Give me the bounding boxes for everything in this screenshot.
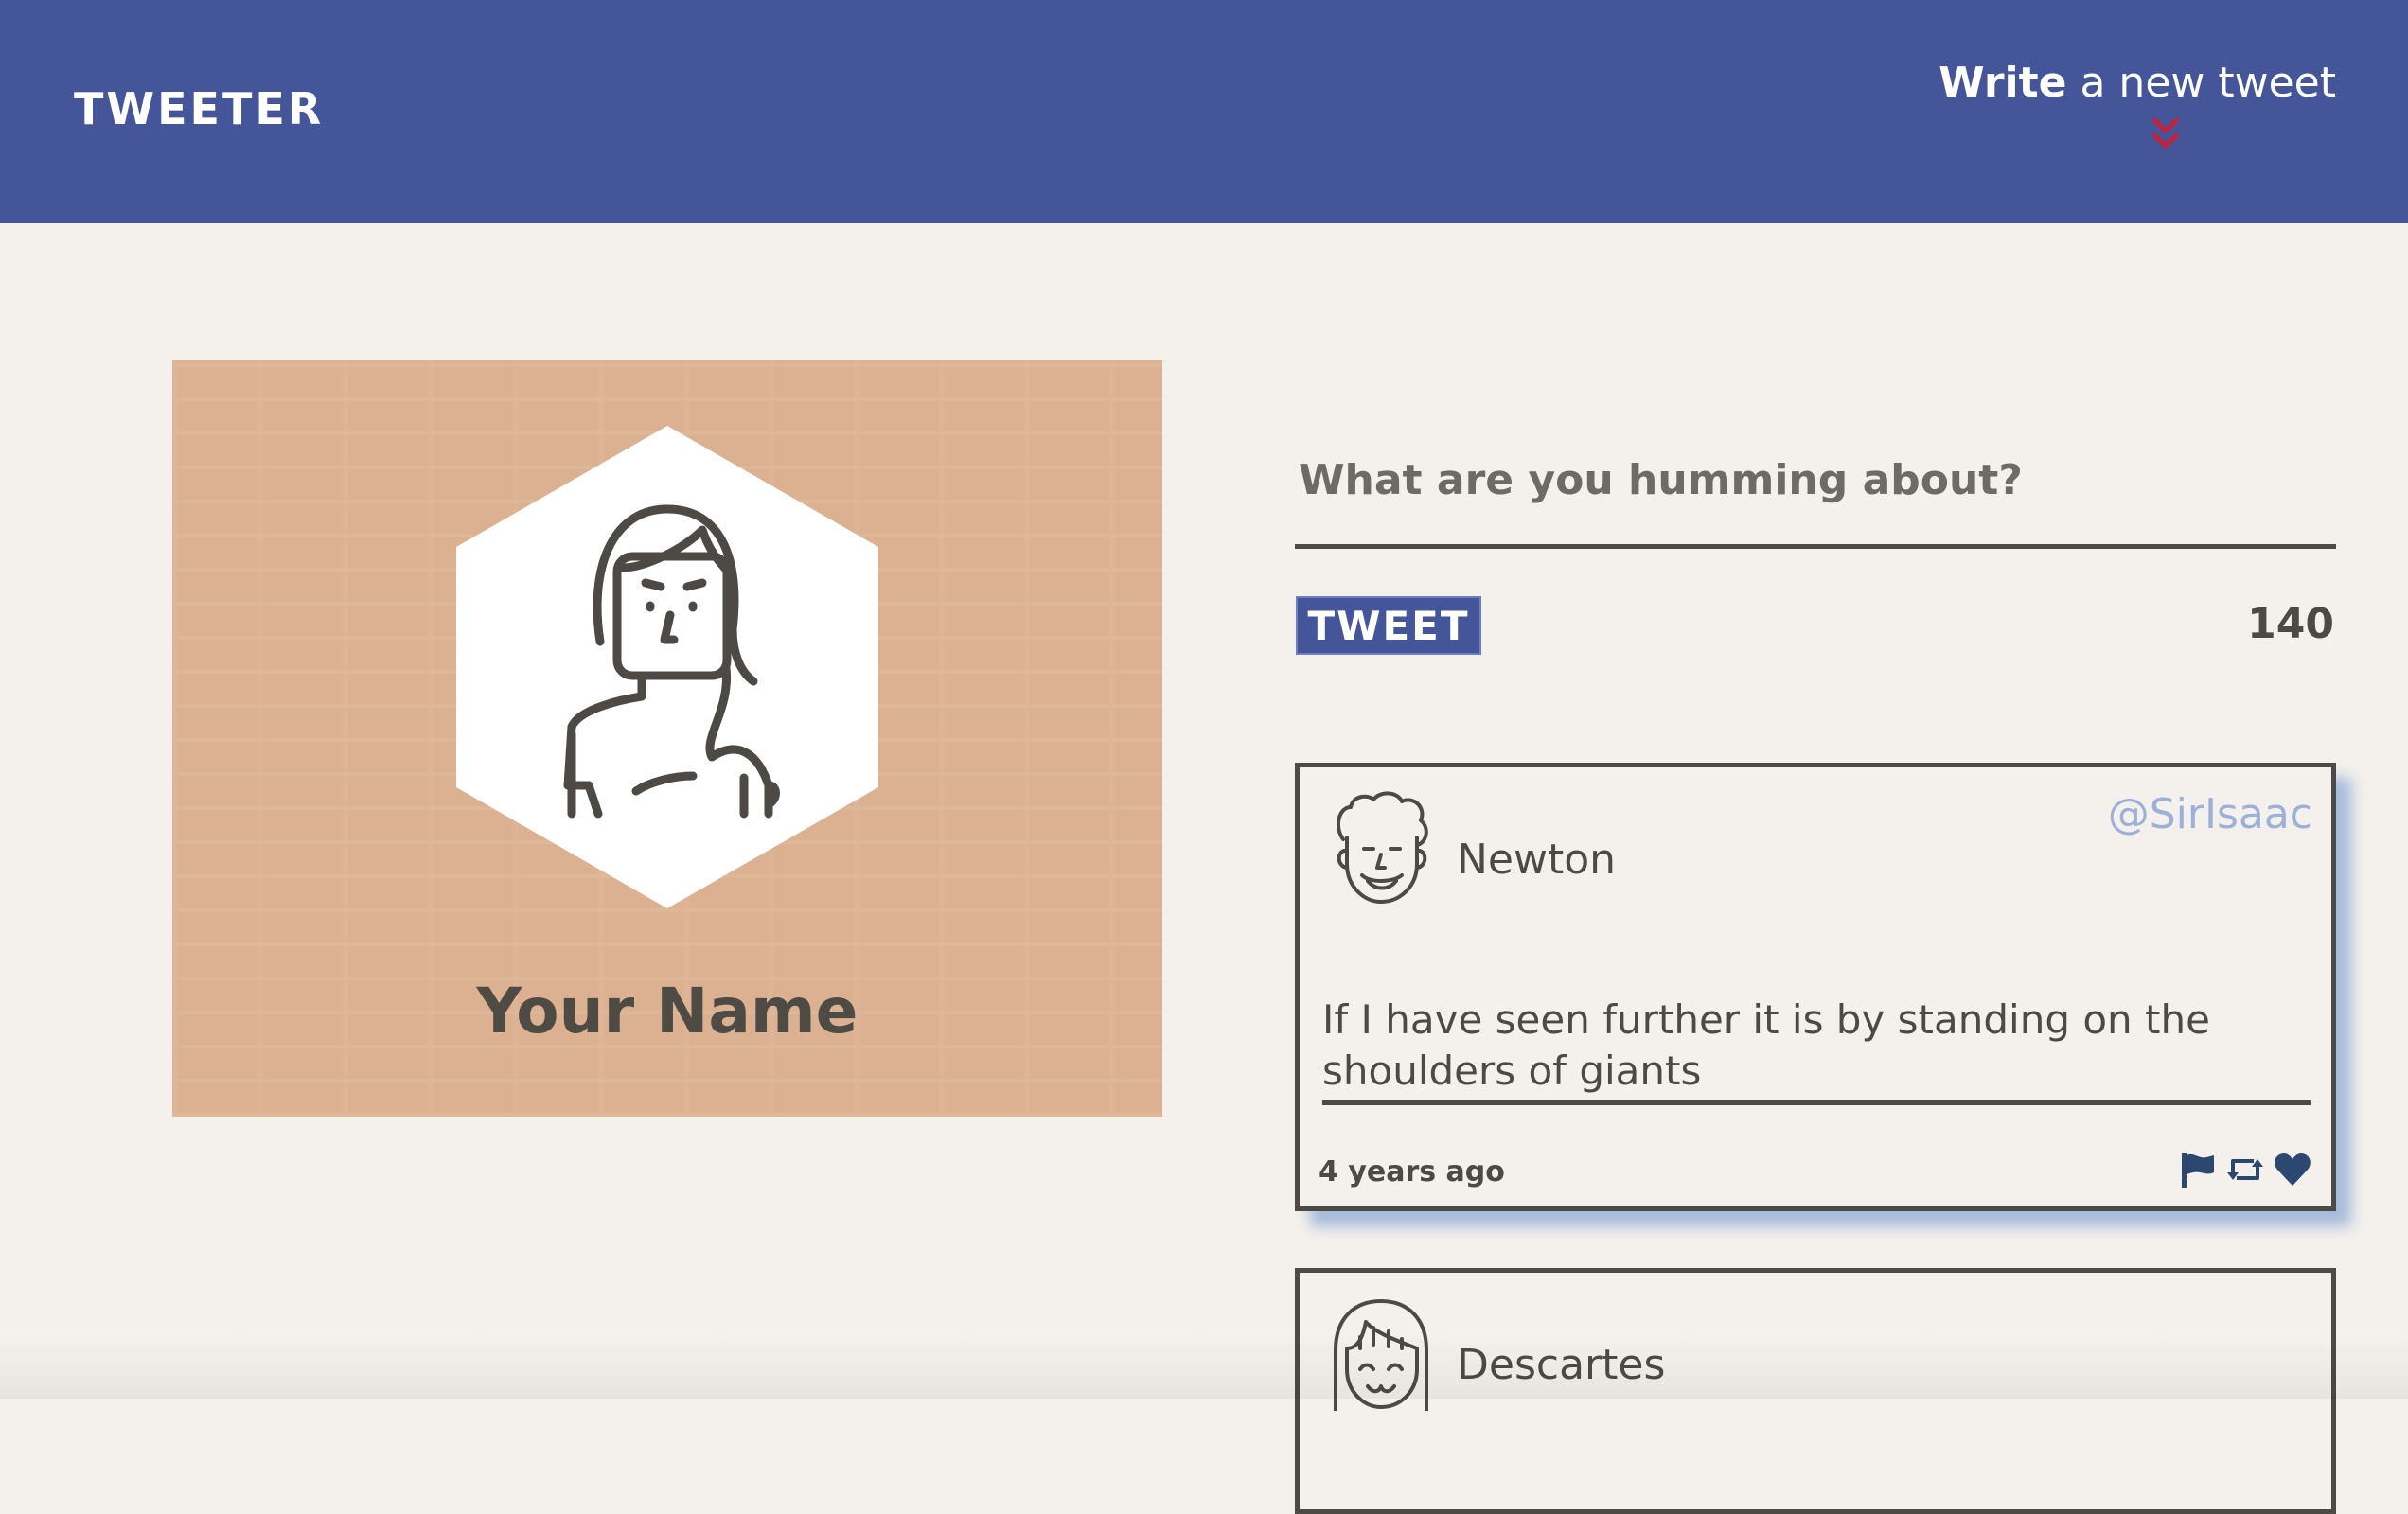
app-logo[interactable]: TWEETER	[74, 83, 324, 134]
heart-icon[interactable]	[2273, 1150, 2312, 1189]
tweet-card: Newton @SirIsaac If I have seen further …	[1295, 763, 2336, 1211]
profile-avatar-hexagon	[456, 426, 878, 908]
retweet-icon[interactable]	[2225, 1150, 2265, 1189]
tweet-actions	[2178, 1150, 2312, 1189]
tweet-author-handle[interactable]: @SirIsaac	[2108, 790, 2312, 838]
profile-name: Your Name	[476, 975, 859, 1047]
tweet-timestamp: 4 years ago	[1319, 1155, 1505, 1188]
tweet-button[interactable]: TWEET	[1296, 596, 1481, 655]
compose-link-bold: Write	[1939, 59, 2067, 107]
flag-icon[interactable]	[2178, 1150, 2218, 1189]
compose-link-text: a new tweet	[2066, 59, 2336, 107]
top-nav: TWEETER Write a new tweet	[0, 0, 2408, 223]
tweet-card: Descartes	[1295, 1268, 2336, 1514]
tweet-author-name: Descartes	[1457, 1341, 1666, 1389]
compose-controls: TWEET 140	[1295, 549, 2336, 662]
profile-card: Your Name	[172, 360, 1162, 1117]
write-new-tweet-link[interactable]: Write a new tweet	[1939, 59, 2336, 107]
curly-hair-man-avatar-icon	[1336, 791, 1428, 904]
character-counter: 140	[2247, 600, 2334, 648]
bangs-smiling-avatar-icon	[1334, 1299, 1428, 1411]
tweet-author-name: Newton	[1457, 836, 1617, 884]
new-tweet-form: TWEET 140	[1295, 416, 2336, 662]
tweet-input[interactable]	[1295, 416, 2336, 549]
tweet-content: If I have seen further it is by standing…	[1322, 995, 2311, 1105]
double-chevron-down-icon[interactable]	[2150, 115, 2182, 153]
